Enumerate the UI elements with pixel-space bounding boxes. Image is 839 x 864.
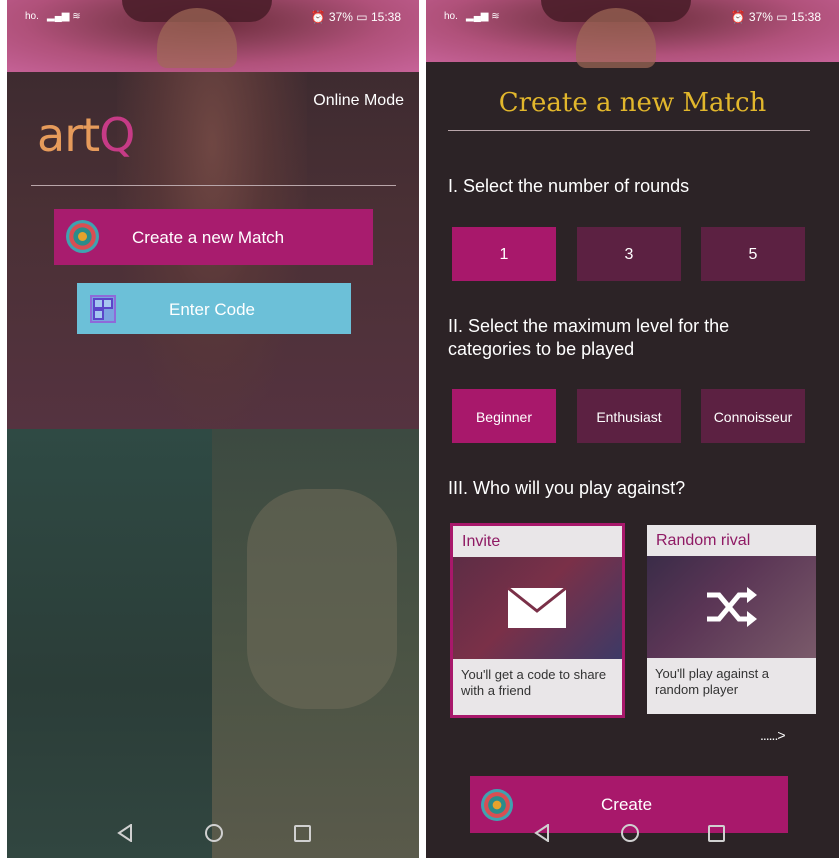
back-icon[interactable] bbox=[117, 824, 133, 842]
invite-card-image bbox=[453, 557, 622, 659]
signal-icon: ▂▄▆ ≋ bbox=[466, 11, 500, 22]
app-logo: artQ bbox=[37, 108, 135, 162]
level-heading: II. Select the maximum level for the cat… bbox=[448, 316, 730, 359]
screen-home: ho. ▂▄▆ ≋ ⏰ 37% ▭ 15:38 Online Mode artQ… bbox=[7, 0, 419, 858]
scroll-more-indicator[interactable]: ......> bbox=[760, 727, 785, 743]
create-match-button[interactable]: Create a new Match bbox=[54, 209, 373, 265]
opponent-heading: III. Who will you play against? bbox=[448, 478, 686, 498]
battery-icon: ▭ bbox=[776, 10, 788, 24]
clock: 15:38 bbox=[790, 10, 821, 24]
shuffle-icon bbox=[707, 587, 757, 627]
invite-card-title: Invite bbox=[462, 533, 501, 550]
divider bbox=[448, 130, 810, 131]
rounds-option-5[interactable]: 5 bbox=[701, 227, 805, 281]
enter-code-label: Enter Code bbox=[169, 300, 255, 319]
random-rival-card[interactable]: Random rival You'll play against a rando… bbox=[647, 525, 816, 714]
page-title: Create a new Match bbox=[498, 88, 767, 118]
back-icon[interactable] bbox=[534, 824, 550, 842]
online-mode-label: Online Mode bbox=[313, 92, 404, 109]
level-option-enthusiast[interactable]: Enthusiast bbox=[577, 389, 681, 443]
random-rival-card-title: Random rival bbox=[656, 532, 751, 549]
enter-code-button[interactable]: Enter Code bbox=[77, 283, 351, 334]
divider bbox=[31, 185, 396, 186]
rounds-option-3[interactable]: 3 bbox=[577, 227, 681, 281]
alarm-icon: ⏰ bbox=[730, 10, 746, 24]
android-nav-bar bbox=[7, 802, 419, 858]
qr-code-icon bbox=[90, 295, 116, 323]
status-bar: ho. ▂▄▆ ≋ ⏰ 37% ▭ 15:38 bbox=[7, 0, 419, 32]
rounds-heading: I. Select the number of rounds bbox=[448, 176, 690, 196]
background-painting bbox=[7, 429, 419, 858]
recent-apps-icon[interactable] bbox=[708, 825, 725, 842]
rounds-option-1[interactable]: 1 bbox=[452, 227, 556, 281]
invite-card[interactable]: Invite You'll get a code to share with a… bbox=[450, 523, 625, 718]
carrier-text: ho. bbox=[444, 11, 458, 22]
carrier-text: ho. bbox=[25, 11, 39, 22]
clock: 15:38 bbox=[370, 10, 401, 24]
random-rival-card-description: You'll play against a random player bbox=[655, 666, 770, 697]
battery-percent: 37% bbox=[748, 10, 773, 24]
level-option-beginner[interactable]: Beginner bbox=[452, 389, 556, 443]
create-match-label: Create a new Match bbox=[132, 228, 285, 247]
signal-icon: ▂▄▆ ≋ bbox=[47, 11, 81, 22]
level-option-connoisseur[interactable]: Connoisseur bbox=[701, 389, 805, 443]
home-icon[interactable] bbox=[621, 824, 639, 842]
invite-card-description: You'll get a code to share with a friend bbox=[461, 667, 607, 698]
status-bar: ho. ▂▄▆ ≋ ⏰ 37% ▭ 15:38 bbox=[426, 0, 839, 32]
android-nav-bar bbox=[426, 802, 839, 858]
recent-apps-icon[interactable] bbox=[294, 825, 311, 842]
home-icon[interactable] bbox=[205, 824, 223, 842]
alarm-icon: ⏰ bbox=[310, 10, 326, 24]
battery-percent: 37% bbox=[328, 10, 353, 24]
mandala-icon bbox=[66, 220, 99, 253]
screen-create-match: ho. ▂▄▆ ≋ ⏰ 37% ▭ 15:38 Create a new Mat… bbox=[426, 0, 839, 858]
battery-icon: ▭ bbox=[356, 10, 368, 24]
random-rival-card-image bbox=[647, 556, 816, 658]
envelope-icon bbox=[507, 587, 567, 628]
